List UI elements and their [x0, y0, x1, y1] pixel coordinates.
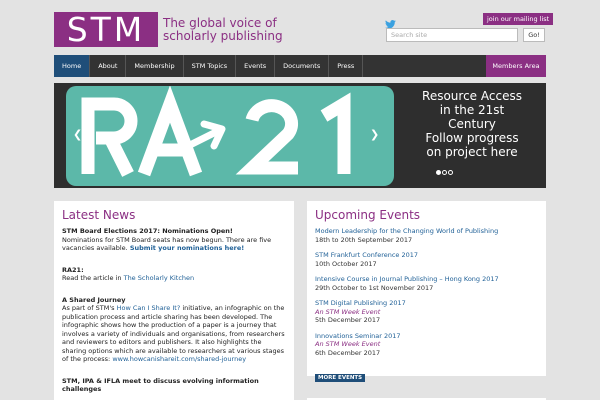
slider-dot-1[interactable] — [436, 170, 441, 175]
slider-dot-3[interactable] — [448, 170, 453, 175]
tagline-line-2: scholarly publishing — [163, 28, 283, 43]
news-title[interactable]: STM, IPA & IFLA meet to discuss evolving… — [62, 377, 286, 394]
news-inline-link[interactable]: How Can I Share It? — [117, 304, 181, 312]
event-item: Intensive Course in Journal Publishing –… — [315, 275, 538, 292]
nav-events[interactable]: Events — [236, 55, 276, 77]
nav-members-area[interactable]: Members Area — [486, 55, 546, 77]
more-events-button[interactable]: MORE EVENTS — [315, 374, 366, 382]
event-title[interactable]: STM Frankfurt Conference 2017 — [315, 251, 538, 260]
news-text: Read the article in — [62, 274, 122, 282]
event-date: 18th to 20th September 2017 — [315, 235, 413, 244]
latest-news-title: Latest News — [62, 208, 136, 222]
news-item: A Shared Journey As part of STM's How Ca… — [62, 296, 286, 364]
site-logo[interactable]: STM The global voice of scholarly publis… — [54, 10, 283, 49]
event-item: Modern Leadership for the Changing World… — [315, 227, 538, 244]
ra21-slide-image[interactable] — [66, 86, 394, 186]
news-text-prefix: As part of STM's — [62, 304, 115, 312]
slide-caption-line-5: on project here — [426, 145, 518, 159]
slide-caption-line-1: Resource Access — [422, 89, 522, 103]
tagline-line-1: The global voice of — [163, 15, 277, 30]
mailing-list-button[interactable]: join our mailing list — [483, 13, 554, 25]
slide-caption-line-2: in the 21st — [439, 103, 505, 117]
slide-caption[interactable]: Resource Access in the 21st Century Foll… — [398, 89, 546, 159]
tagline: The global voice of scholarly publishing — [163, 15, 283, 43]
event-title[interactable]: Modern Leadership for the Changing World… — [315, 227, 538, 236]
nav-home[interactable]: Home — [54, 55, 91, 77]
news-link[interactable]: The Scholarly Kitchen — [124, 274, 195, 282]
event-date: 10th October 2017 — [315, 259, 377, 268]
search-input[interactable]: Search site — [386, 28, 518, 42]
slide-caption-line-4: Follow progress — [425, 131, 519, 145]
slider-dot-2[interactable] — [442, 170, 447, 175]
nav-documents[interactable]: Documents — [275, 55, 330, 77]
latest-news-panel: Latest News STM Board Elections 2017: No… — [54, 201, 294, 400]
nav-membership[interactable]: Membership — [126, 55, 184, 77]
nav-about[interactable]: About — [90, 55, 127, 77]
news-item: STM Board Elections 2017: Nominations Op… — [62, 227, 286, 253]
event-date: 29th October to 1st November 2017 — [315, 283, 434, 292]
news-item: STM, IPA & IFLA meet to discuss evolving… — [62, 377, 286, 394]
event-title[interactable]: STM Digital Publishing 2017 — [315, 299, 538, 308]
news-item: RA21: Read the article in The Scholarly … — [62, 266, 286, 283]
event-item: STM Frankfurt Conference 2017 10th Octob… — [315, 251, 538, 268]
news-title[interactable]: RA21: — [62, 266, 286, 275]
news-title[interactable]: A Shared Journey — [62, 296, 286, 305]
slide-caption-line-3: Century — [448, 117, 496, 131]
event-item: STM Digital Publishing 2017 An STM Week … — [315, 299, 538, 325]
upcoming-events-title: Upcoming Events — [315, 208, 421, 222]
event-subtitle: An STM Week Event — [315, 340, 381, 348]
hero-slider: ❮ ❯ Resource Access in the 21st Century … — [54, 83, 546, 188]
news-title[interactable]: STM Board Elections 2017: Nominations Op… — [62, 227, 286, 236]
news-link[interactable]: Submit your nominations here! — [130, 244, 244, 252]
event-title[interactable]: Intensive Course in Journal Publishing –… — [315, 275, 538, 284]
event-item: Innovations Seminar 2017 An STM Week Eve… — [315, 332, 538, 358]
event-title[interactable]: Innovations Seminar 2017 — [315, 332, 538, 341]
event-subtitle: An STM Week Event — [315, 307, 381, 316]
logo-mark: STM — [54, 10, 158, 49]
nav-stm-topics[interactable]: STM Topics — [184, 55, 237, 77]
next-arrow-icon[interactable]: ❯ — [370, 128, 379, 141]
prev-arrow-icon[interactable]: ❮ — [73, 128, 82, 141]
news-link[interactable]: www.howcanishareit.com/shared-journey — [112, 355, 246, 363]
upcoming-events-panel: Upcoming Events Modern Leadership for th… — [307, 201, 546, 382]
nav-press[interactable]: Press — [329, 55, 364, 77]
search-go-button[interactable]: Go! — [523, 28, 545, 42]
slider-dots — [436, 170, 453, 175]
main-nav: Home About Membership STM Topics Events … — [54, 55, 546, 77]
event-date: 5th December 2017 — [315, 316, 381, 324]
event-date: 6th December 2017 — [315, 348, 381, 357]
